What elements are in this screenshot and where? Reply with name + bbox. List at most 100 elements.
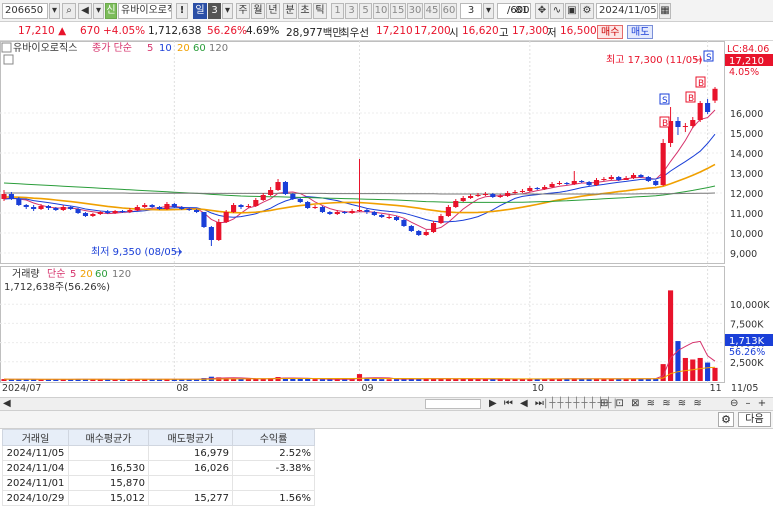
volume-bar [379,379,385,381]
tick-3-button[interactable]: 3 [345,3,358,19]
candle-body [505,193,511,196]
candle-body [90,214,96,216]
candle-body [164,204,170,209]
gear-icon[interactable]: ⚙ [718,412,734,427]
table-row[interactable]: 2024/10/29 15,012 15,277 1.56% [2,490,315,506]
candle-body [290,194,296,199]
candle-body [616,177,622,180]
chevron-down-icon[interactable]: ▾ [222,3,233,19]
candle-body [519,191,526,192]
volume-bar [356,374,363,381]
tick-select[interactable]: 3 [460,3,482,19]
table-toolbar: ⚙ 다음 [0,411,773,429]
calendar-icon[interactable]: ▦ [659,3,671,19]
search-icon[interactable]: ⌕ [62,3,76,19]
period-year-button[interactable]: 년 [266,3,280,19]
table-row[interactable]: 2024/11/05 16,979 2.52% [2,445,315,461]
chart-line-icon[interactable]: ∿ [550,3,564,19]
cell-sell: 16,026 [148,460,233,476]
zoom-controls-icon[interactable]: ⊖ – + ⊕ [730,398,773,409]
tick-60-button[interactable]: 60 [441,3,457,19]
cell-date: 2024/11/05 [2,445,69,461]
panel-toggle-icon[interactable] [1,42,12,53]
date-axis-label: 10 [532,383,544,394]
candle-body [342,212,348,213]
vol-legend-ma60: 60 [95,269,108,280]
candle-body [660,143,666,185]
playback-controls-icon[interactable]: ▶ ⏮ ◀ ⏭ [489,398,546,409]
candle-body [319,207,326,212]
settings-icon[interactable]: ⚙ [580,3,594,19]
candle-body [8,194,14,199]
period-week-button[interactable]: 주 [236,3,250,19]
stock-code-input[interactable]: 206650 [2,3,48,19]
cell-return [232,475,315,491]
period-minute-button[interactable]: 분 [283,3,297,19]
chevron-down-icon[interactable]: ▾ [93,3,104,19]
candle-body [697,103,703,120]
price-axis-tick: 15,000 [730,129,763,140]
alert-button[interactable]: ! [176,3,188,19]
chart-scrollbar[interactable]: ◀ ▶ ⏮ ◀ ⏭ |┼┼┼┼┼┼┼┼| ⊞ ⊡ ⊠ ≋ ≋ ≋ ≋ ⊖ – +… [0,397,773,411]
header-trade-date: 거래일 [2,429,69,446]
period-day-button[interactable]: 일 [193,3,207,19]
chevron-down-icon[interactable]: ▾ [49,3,60,19]
header-buy-avg: 매수평균가 [68,429,149,446]
low-price: 16,500 [560,25,597,37]
date-input[interactable]: 2024/11/05 [596,3,658,19]
candle-body [482,194,488,195]
period-number[interactable]: 3 [208,3,221,19]
candle-body [416,231,422,235]
candle-body [579,181,585,182]
last-pct-label: 4.05% [729,67,759,78]
grid-icon[interactable] [3,54,14,65]
stock-name-field[interactable]: 유바이오로직 [118,3,172,19]
tick-1-button[interactable]: 1 [331,3,344,19]
buy-signal-marker-text: B [662,119,668,129]
candle-body [334,212,340,214]
tick-5-button[interactable]: 5 [359,3,372,19]
scroll-thumb[interactable] [425,399,481,409]
speaker-icon[interactable]: ◀ [78,3,92,19]
tick-30-button[interactable]: 30 [407,3,423,19]
period-month-button[interactable]: 월 [251,3,265,19]
candle-body [186,209,192,210]
candle-body [260,195,266,200]
next-button[interactable]: 다음 [738,412,771,427]
volume-bar [705,362,711,381]
candle-body [275,182,281,190]
period-tick-button[interactable]: 틱 [313,3,327,19]
period-second-button[interactable]: 초 [298,3,312,19]
table-row[interactable]: 2024/11/04 16,530 16,026 -3.38% [2,460,315,476]
candle-body [1,194,7,199]
candle-body [349,211,355,213]
save-icon[interactable]: ▣ [565,3,579,19]
sell-button[interactable]: 매도 [627,25,654,39]
chevron-down-icon[interactable]: ▾ [483,3,494,19]
open-label: 시 [449,27,459,39]
drawing-tools-icon[interactable]: ⊞ ⊡ ⊠ ≋ ≋ ≋ ≋ [600,398,704,409]
candle-body [423,232,429,235]
price-axis-tick: 11,000 [730,209,763,220]
candle-body [142,205,148,207]
tick-15-button[interactable]: 15 [390,3,406,19]
price-legend-ma-label: 종가 단순 [92,42,132,54]
candle-body [119,211,126,212]
candle-body [534,188,540,189]
volume-bar [297,378,303,381]
tick-45-button[interactable]: 45 [424,3,440,19]
table-row[interactable]: 2024/11/01 15,870 [2,475,315,491]
cell-return: 2.52% [232,445,315,461]
toolbar: 206650 ▾ ⌕ ◀ ▾ 신 유바이오로직 ! 일 3 ▾ 주 월 년 분 … [0,0,773,22]
buy-signal-marker-text: B [688,94,694,104]
price-axis-tick: 12,000 [730,189,763,200]
tick-10-button[interactable]: 10 [373,3,389,19]
crosshair-icon[interactable]: ✥ [535,3,549,19]
volume-last-tag-text: 1,713K [729,336,765,347]
stock-chart[interactable]: 9,000 10,000 11,000 12,000 13,000 14,000 15,00… [0,41,773,397]
buy-button[interactable]: 매수 [597,25,624,39]
scroll-left-icon[interactable]: ◀ [3,398,13,409]
candle-body [53,208,59,210]
date-axis-label: 11 [710,383,722,394]
candle-body [705,103,711,112]
